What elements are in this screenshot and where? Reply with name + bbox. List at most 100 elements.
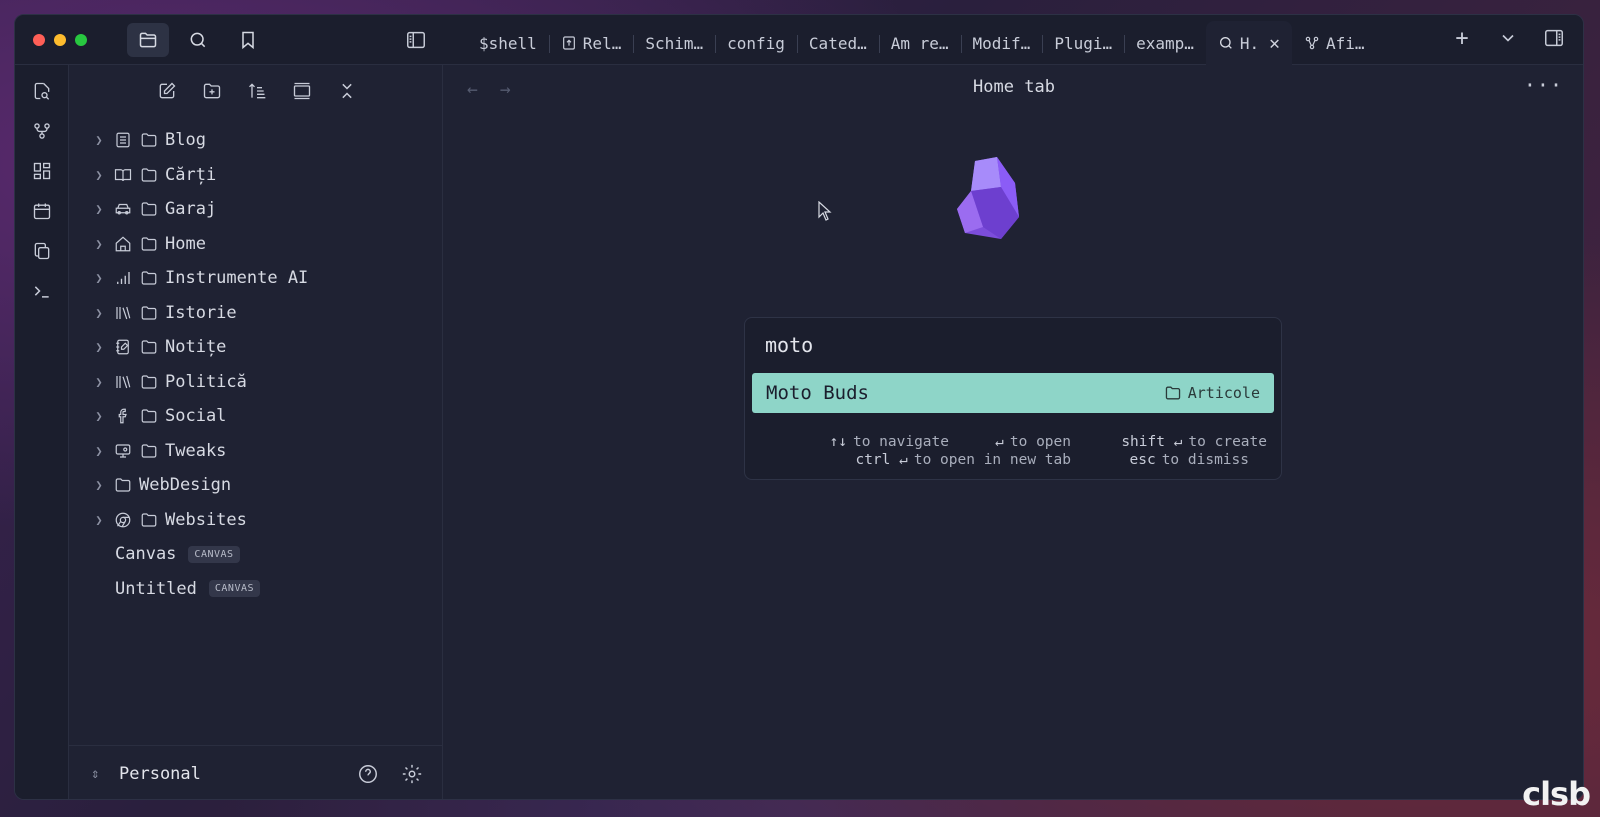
collapse-icon [293,82,311,100]
export-icon [562,36,575,50]
folder-label: Social [165,406,227,427]
folder-label: Instrumente AI [165,268,309,289]
new-tab-button[interactable]: + [1449,25,1475,51]
folder-icon [139,406,159,426]
chevron-right-icon[interactable]: ❯ [91,237,107,251]
new-folder-button[interactable] [200,79,224,103]
toggle-right-sidebar-button[interactable] [1541,25,1567,51]
search-tab-button[interactable] [177,23,219,57]
help-button[interactable] [356,762,380,786]
chevron-right-icon[interactable]: ❯ [91,271,107,285]
new-note-button[interactable] [155,79,179,103]
folder-politica[interactable]: ❯ Politică [91,365,431,400]
tab-examp[interactable]: examp… [1124,25,1206,61]
folder-icon [139,268,159,288]
tab-bar: $shell Rel… Schim… config Cated… Am re… … [467,21,1377,65]
tab-label: Rel… [582,33,622,53]
tab-plugi[interactable]: Plugi… [1042,25,1124,61]
folder-blog[interactable]: ❯ Blog [91,123,431,158]
search-icon [190,32,206,48]
auto-reveal-button[interactable] [290,79,314,103]
folder-instrumente-ai[interactable]: ❯ Instrumente AI [91,261,431,296]
insert-template-button[interactable] [29,239,55,263]
search-result-selected[interactable]: Moto Buds Articole [752,373,1274,413]
minimize-window-button[interactable] [54,34,66,46]
folder-icon [139,510,159,530]
sort-button[interactable] [245,79,269,103]
close-icon [342,83,352,99]
chevron-right-icon[interactable]: ❯ [91,306,107,320]
folder-tweaks[interactable]: ❯ Tweaks [91,434,431,469]
folder-label: Garaj [165,199,217,220]
file-untitled[interactable]: Untitled CANVAS [91,572,431,607]
close-window-button[interactable] [33,34,45,46]
tab-label: examp… [1136,33,1194,53]
window-controls [33,34,87,46]
git-fork-icon [33,123,50,139]
hint-open: ↵ to open [995,434,1071,450]
open-graph-view-button[interactable] [29,119,55,143]
sidebar-left-icon [407,31,425,49]
tab-modif[interactable]: Modif… [960,25,1043,61]
folder-webdesign[interactable]: ❯ WebDesign [91,468,431,503]
folder-notite[interactable]: ❯ Notițe [91,330,431,365]
tab-config[interactable]: config [715,25,797,61]
folder-label: Cărți [165,164,217,185]
open-daily-note-button[interactable] [29,199,55,223]
chevron-right-icon[interactable]: ❯ [91,168,107,182]
file-explorer: ❯ Blog ❯ Cărți ❯ Garaj ❯ Home ❯ Instrume… [69,65,443,799]
quick-switcher-input[interactable] [765,330,1265,360]
folder-label: Home [165,233,206,254]
folder-istorie[interactable]: ❯ Istorie [91,296,431,331]
more-options-icon[interactable]: ··· [1524,73,1563,97]
chevron-right-icon[interactable]: ❯ [91,340,107,354]
toggle-left-sidebar-button[interactable] [401,25,431,55]
tab-label: Afi… [1326,33,1365,53]
chevron-right-icon[interactable]: ❯ [91,202,107,216]
bookmarks-tab-button[interactable] [227,23,269,57]
open-quick-switcher-button[interactable] [29,79,55,103]
list-icon [113,130,133,150]
tab-cated[interactable]: Cated… [796,25,879,61]
settings-button[interactable] [400,762,424,786]
quick-switcher-modal: Moto Buds Articole ↑↓to navigate ↵to ope… [744,317,1282,480]
tab-am-re[interactable]: Am re… [878,25,961,61]
collapse-all-button[interactable] [335,79,359,103]
tab-home-active[interactable]: H. ✕ [1205,21,1293,65]
open-command-palette-button[interactable] [29,279,55,303]
search-icon [1219,37,1232,49]
folder-label: Istorie [165,302,237,323]
folder-carti[interactable]: ❯ Cărți [91,158,431,193]
chevron-up-down-icon[interactable]: ⇕ [91,766,111,782]
result-path-label: Articole [1187,384,1260,402]
chevron-right-icon[interactable]: ❯ [91,513,107,527]
chevron-right-icon[interactable]: ❯ [91,375,107,389]
open-canvas-button[interactable] [29,159,55,183]
tab-shell[interactable]: $shell [467,25,549,61]
tab-schim[interactable]: Schim… [633,25,715,61]
files-tab-button[interactable] [127,23,169,57]
file-canvas[interactable]: Canvas CANVAS [91,537,431,572]
chevron-right-icon[interactable]: ❯ [91,409,107,423]
chevron-right-icon[interactable]: ❯ [91,478,107,492]
calendar-icon [33,203,50,220]
main-view: ← → Home tab ··· Moto Buds Articole [443,65,1583,799]
tab-afi[interactable]: Afi… [1292,25,1377,61]
folder-garaj[interactable]: ❯ Garaj [91,192,431,227]
keyboard-hints: ↑↓ to navigate ↵ to open shift ↵ to create … [745,434,1281,470]
sort-icon [249,83,266,99]
chevron-right-icon[interactable]: ❯ [91,444,107,458]
obsidian-logo-icon [957,157,1019,239]
home-icon [113,234,133,254]
close-tab-icon[interactable]: ✕ [1269,33,1280,54]
vault-name[interactable]: Personal [119,764,201,784]
folder-social[interactable]: ❯ Social [91,399,431,434]
tab-rel[interactable]: Rel… [548,25,634,61]
folder-websites[interactable]: ❯ Websites [91,503,431,538]
tab-label: Schim… [645,33,704,53]
chevron-right-icon[interactable]: ❯ [91,133,107,147]
maximize-window-button[interactable] [75,34,87,46]
file-tree: ❯ Blog ❯ Cărți ❯ Garaj ❯ Home ❯ Instrume… [91,123,431,606]
folder-home[interactable]: ❯ Home [91,227,431,262]
tab-list-button[interactable] [1495,25,1521,51]
